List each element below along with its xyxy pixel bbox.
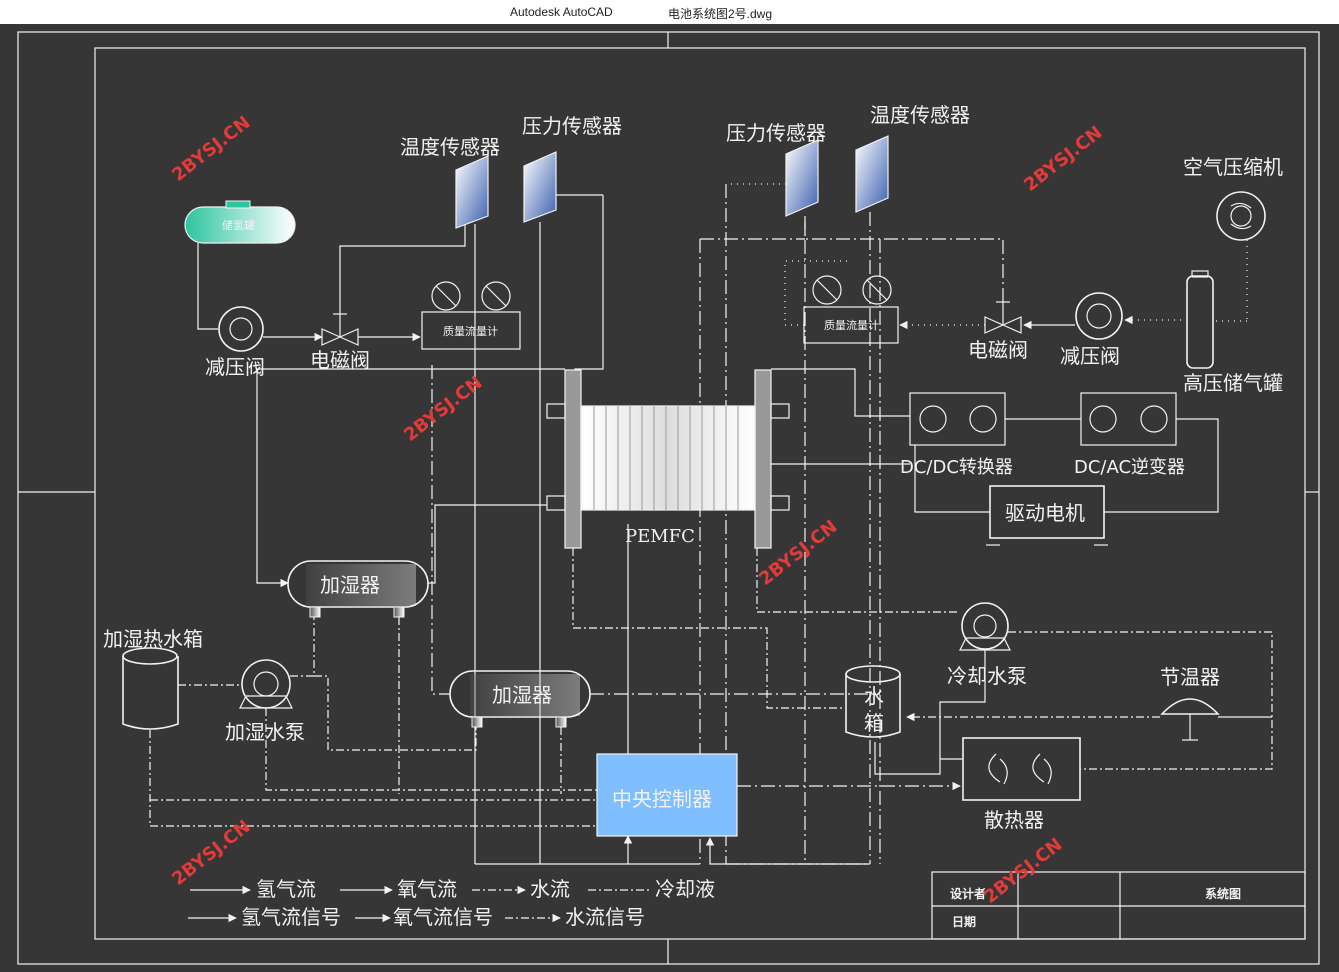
watermark: 2BYSJ.CN — [400, 372, 486, 446]
legend: 氢气流 氧气流 水流 冷却液 氢气流信号 氧气流信号 水流信号 — [188, 877, 715, 929]
legend-item: 氢气流信号 — [241, 905, 341, 929]
watermark: 2BYSJ.CN — [168, 112, 254, 186]
cooling-pump-label: 冷却水泵 — [947, 664, 1027, 688]
date-label: 日期 — [952, 914, 976, 929]
temp-sensor-left[interactable] — [455, 155, 489, 229]
drawing-name: 系统图 — [1205, 886, 1241, 901]
radiator[interactable] — [962, 737, 1081, 801]
solenoid-valve-right[interactable] — [984, 301, 1022, 334]
thermostat-label: 节温器 — [1160, 665, 1220, 689]
window-title-bar: Autodesk AutoCAD 电池系统图2号.dwg — [0, 0, 1339, 24]
humid-pump-label: 加湿水泵 — [225, 720, 305, 744]
relief-valve-left[interactable] — [218, 306, 264, 352]
motor-label: 驱动电机 — [1005, 501, 1085, 525]
hp-tank-label: 高压储气罐 — [1183, 371, 1283, 395]
pressure-sensor-right-label: 压力传感器 — [726, 121, 826, 145]
controller-label: 中央控制器 — [612, 787, 712, 811]
legend-item: 水流信号 — [565, 905, 645, 929]
system-diagram[interactable]: 储氢罐 减压阀 电磁阀 质量流量计 温度传感器 压力传感器 空气压缩机 高压储气… — [0, 24, 1339, 972]
drawing-canvas[interactable]: 储氢罐 减压阀 电磁阀 质量流量计 温度传感器 压力传感器 空气压缩机 高压储气… — [0, 24, 1339, 972]
dcac-inverter[interactable] — [1080, 392, 1177, 446]
temp-sensor-right-label: 温度传感器 — [870, 103, 970, 127]
relief-valve-left-label: 减压阀 — [205, 355, 265, 379]
watermark: 2BYSJ.CN — [980, 834, 1066, 908]
watermark: 2BYSJ.CN — [1020, 122, 1106, 196]
solenoid-valve-right-label: 电磁阀 — [968, 338, 1028, 362]
radiator-label: 散热器 — [984, 808, 1044, 832]
solenoid-valve-left[interactable] — [321, 313, 359, 346]
air-compressor-label: 空气压缩机 — [1183, 155, 1283, 179]
water-tank-label-1: 水 — [864, 684, 884, 708]
temp-sensor-right[interactable] — [855, 135, 889, 213]
mass-flow-meter-right[interactable]: 质量流量计 — [803, 275, 899, 344]
app-name: Autodesk AutoCAD — [510, 5, 613, 19]
dcac-label: DC/AC逆变器 — [1074, 457, 1185, 478]
water-tank-label-2: 箱 — [864, 711, 884, 735]
watermark: 2BYSJ.CN — [168, 816, 254, 890]
humidifier-2-label: 加湿器 — [492, 683, 552, 707]
svg-text:质量流量计: 质量流量计 — [443, 324, 498, 338]
air-compressor[interactable] — [1216, 191, 1266, 241]
hp-gas-tank[interactable] — [1186, 270, 1214, 369]
legend-item: 氧气流信号 — [393, 905, 493, 929]
relief-valve-right[interactable] — [1075, 292, 1123, 340]
legend-item: 氧气流 — [397, 877, 457, 901]
legend-item: 冷却液 — [655, 877, 715, 901]
pressure-sensor-left[interactable] — [523, 151, 557, 223]
file-name: 电池系统图2号.dwg — [668, 7, 773, 21]
mass-flow-meter-left[interactable]: 质量流量计 — [421, 281, 521, 350]
dcdc-label: DC/DC转换器 — [900, 457, 1013, 478]
thermostat[interactable] — [1160, 698, 1220, 741]
humid-pump[interactable] — [239, 659, 293, 709]
humid-water-tank[interactable] — [122, 647, 179, 730]
pemfc-stack[interactable] — [546, 369, 790, 549]
pemfc-label: PEMFC — [625, 526, 695, 547]
svg-text:质量流量计: 质量流量计 — [824, 318, 879, 332]
title-block: 设计者 系统图 日期 — [931, 871, 1306, 940]
pressure-sensor-left-label: 压力传感器 — [522, 114, 622, 138]
legend-item: 水流 — [530, 877, 570, 901]
humid-tank-label: 加湿热水箱 — [103, 627, 203, 651]
relief-valve-right-label: 减压阀 — [1060, 344, 1120, 368]
h2-tank[interactable]: 储氢罐 — [184, 200, 296, 244]
h2-tank-label: 储氢罐 — [222, 218, 255, 232]
pressure-sensor-right[interactable] — [785, 139, 819, 217]
legend-item: 氢气流 — [256, 877, 316, 901]
dcdc-converter[interactable] — [909, 392, 1006, 446]
humidifier-1-label: 加湿器 — [320, 573, 380, 597]
cooling-pump[interactable] — [959, 602, 1011, 651]
temp-sensor-left-label: 温度传感器 — [400, 135, 500, 159]
